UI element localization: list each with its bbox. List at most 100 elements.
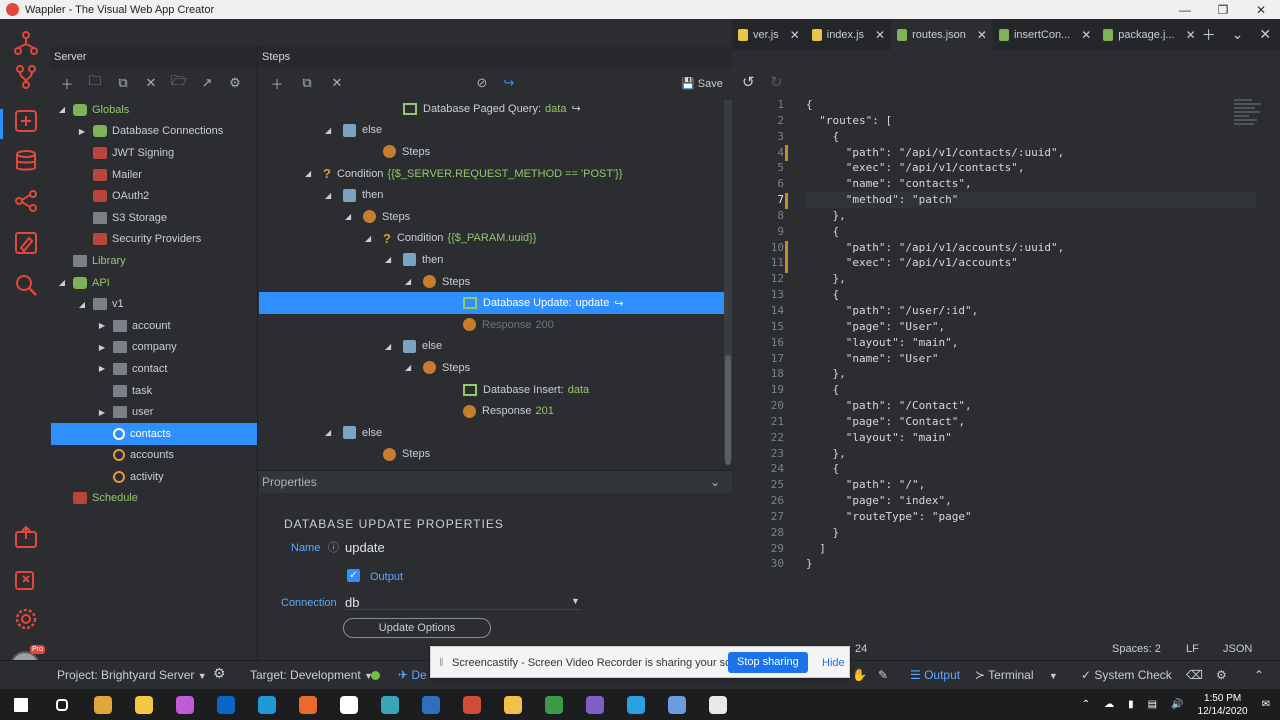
app9-icon[interactable] [656,689,697,720]
outlook-icon[interactable] [205,689,246,720]
project-selector[interactable]: Project: Brightyard Server ▼ [57,668,207,682]
tree-item[interactable]: OAuth2 [51,185,257,207]
code-line[interactable]: "path": "/api/v1/contacts/:uuid", [806,145,1256,161]
app6-icon[interactable] [533,689,574,720]
step-row[interactable]: ◢ else [259,336,724,358]
code-line[interactable]: { [806,287,1256,303]
tree-item[interactable]: ◢ API [51,272,257,294]
project-structure-icon[interactable] [12,29,40,57]
new-tab-icon[interactable]: ＋ [1202,25,1216,45]
collapse-panel-icon[interactable]: ⌃ [1254,668,1264,682]
language-status[interactable]: JSON [1223,643,1252,655]
network-icon[interactable]: ▤ [1148,699,1157,710]
close-tab-icon[interactable]: ✕ [1081,28,1091,42]
code-line[interactable]: }, [806,446,1256,462]
step-row[interactable]: ◢ then [259,184,724,206]
steps-scrollbar[interactable] [724,100,732,465]
close-tab-icon[interactable]: ✕ [1186,28,1196,42]
save-button[interactable]: 💾 Save [681,77,723,90]
extensions-icon[interactable] [12,565,40,593]
deploy-button[interactable]: ✈ De [398,668,427,682]
update-options-button[interactable]: Update Options [343,618,491,638]
eraser-icon[interactable]: ⌫ [1186,668,1203,682]
open-folder-icon[interactable]: 🗁 [171,73,187,91]
code-line[interactable]: "page": "User", [806,319,1256,335]
add-icon[interactable]: ＋ [59,75,75,92]
editor-tab[interactable]: ver.js ✕ [732,19,806,50]
output-checkbox[interactable]: ✓ [347,569,360,582]
code-line[interactable]: "layout": "main", [806,335,1256,351]
like-icon[interactable]: ✋ [852,668,867,682]
caret-open-icon[interactable]: ◢ [385,255,395,264]
server-connect-icon[interactable] [12,107,40,135]
onedrive-icon[interactable]: ☁ [1104,699,1114,710]
step-row[interactable]: ◢ Steps [259,357,724,379]
code-line[interactable]: "routeType": "page" [806,509,1256,525]
step-row[interactable]: ◢? Condition {{$_PARAM.uuid}} [259,228,724,250]
step-row[interactable]: ◢ then [259,249,724,271]
caret-open-icon[interactable]: ◢ [57,105,67,114]
git-icon[interactable] [12,63,40,91]
tree-item[interactable]: Mailer [51,164,257,186]
caret-open-icon[interactable]: ◢ [325,126,335,135]
step-row[interactable]: ◢ Steps [259,271,724,293]
code-line[interactable]: "layout": "main" [806,430,1256,446]
code-line[interactable]: ] [806,541,1256,557]
code-editor[interactable]: 1 2 3 4 5 6 7 8 9 10 11 12 13 14 15 16 17 18 19 20 21 22 23 24 2… [732,97,1280,637]
caret-closed-icon[interactable]: ▶ [97,408,107,417]
caret-closed-icon[interactable]: ▶ [77,127,87,136]
caret-open-icon[interactable]: ◢ [77,300,87,309]
code-line[interactable]: }, [806,366,1256,382]
settings-icon[interactable]: ⚙ [227,75,243,91]
edge-icon[interactable] [246,689,287,720]
code-line[interactable]: "method": "patch" [806,192,1256,208]
tabs-menu-chevron-icon[interactable]: ⌄ [1232,26,1244,43]
step-row[interactable]: Response 200 [259,314,724,336]
app4-icon[interactable] [451,689,492,720]
chrome-icon[interactable] [82,689,123,720]
caret-open-icon[interactable]: ◢ [325,428,335,437]
delete-icon[interactable]: ✕ [143,75,159,91]
name-field[interactable]: update [345,540,385,555]
tree-item[interactable]: ◢ Globals [51,99,257,121]
code-line[interactable]: "exec": "/api/v1/contacts", [806,160,1256,176]
caret-open-icon[interactable]: ◢ [325,191,335,200]
properties-header[interactable]: Properties ⌄ [259,471,732,493]
step-row[interactable]: ◢ else [259,120,724,142]
indentation-status[interactable]: Spaces: 2 [1112,643,1161,655]
caret-open-icon[interactable]: ◢ [57,278,67,287]
code-line[interactable]: { [806,97,1256,113]
code-line[interactable]: "path": "/", [806,477,1256,493]
caret-open-icon[interactable]: ◢ [345,212,355,221]
tree-item[interactable]: activity [51,466,257,488]
step-row[interactable]: ◢ Steps [259,206,724,228]
close-window-button[interactable]: ✕ [1242,3,1280,17]
caret-closed-icon[interactable]: ▶ [97,364,107,373]
dropdown-arrow-icon[interactable]: ▼ [571,596,580,606]
code-lines[interactable]: { "routes": [ { "path": "/api/v1/contact… [806,97,1256,572]
share-icon[interactable]: ↗ [199,75,215,91]
code-line[interactable]: { [806,129,1256,145]
code-line[interactable]: "path": "/api/v1/accounts/:uuid", [806,240,1256,256]
app3-icon[interactable] [410,689,451,720]
notifications-icon[interactable]: ✉ [1262,699,1270,710]
bug-icon[interactable]: ⚙ [1216,668,1227,682]
step-row[interactable]: ◢ else [259,422,724,444]
drag-grip-icon[interactable]: ‖ [439,657,444,669]
steps-scrollbar-thumb[interactable] [725,355,731,465]
app5-icon[interactable] [492,689,533,720]
minimap[interactable] [1234,97,1264,137]
code-line[interactable]: "name": "User" [806,351,1256,367]
tree-item[interactable]: accounts [51,445,257,467]
editor-tab[interactable]: package.j... ✕ [1097,19,1201,50]
tree-item[interactable]: ▶ user [51,401,257,423]
editor-tab[interactable]: index.js ✕ [806,19,891,50]
copy-icon[interactable]: ⧉ [115,75,131,91]
add-step-icon[interactable]: ＋ [269,75,285,92]
code-line[interactable]: "exec": "/api/v1/accounts" [806,255,1256,271]
tree-item[interactable]: ▶ account [51,315,257,337]
step-row[interactable]: Steps [259,444,724,466]
caret-open-icon[interactable]: ◢ [365,234,375,243]
output-tab[interactable]: ☰ Output [910,668,960,682]
tray-chevron-icon[interactable]: ⌃ [1082,699,1090,710]
